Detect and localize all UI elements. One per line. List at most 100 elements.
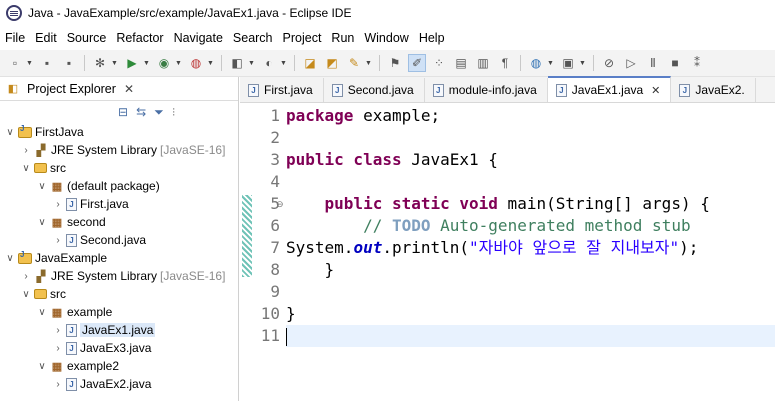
run-icon[interactable]: ▶	[123, 54, 141, 72]
block-selection-icon[interactable]: ⁘	[430, 54, 448, 72]
close-icon[interactable]: ✕	[651, 84, 660, 97]
chevron-down-icon[interactable]: ∨	[36, 217, 48, 228]
skip-breakpoints-icon[interactable]: ⊘	[600, 54, 618, 72]
new-java-project-icon[interactable]: ◧	[228, 54, 246, 72]
menu-navigate[interactable]: Navigate	[169, 31, 228, 45]
tree-item[interactable]: › ▞ JRE System Library [JavaSE-16]	[0, 267, 238, 285]
tree-item[interactable]: ∨ ▦ (default package)	[0, 177, 238, 195]
java-file-icon: J	[66, 323, 77, 337]
editor-tab[interactable]: J Second.java	[323, 78, 425, 102]
chevron-right-icon[interactable]: ›	[52, 199, 64, 210]
tree-item[interactable]: ∨ ▦ second	[0, 213, 238, 231]
code-line: }	[286, 303, 775, 325]
code-editor[interactable]: package example; public class JavaEx1 { p…	[286, 105, 775, 347]
suspend-icon[interactable]: Ⅱ	[644, 54, 662, 72]
menu-edit[interactable]: Edit	[30, 31, 62, 45]
tree-item[interactable]: ∨ ▦ example2	[0, 357, 238, 375]
editor-tab[interactable]: J JavaEx2.	[671, 78, 756, 102]
chevron-down-icon[interactable]: ∨	[20, 163, 32, 174]
coverage-dropdown-icon[interactable]: ▼	[175, 60, 182, 67]
debug-icon[interactable]: ✻	[91, 54, 109, 72]
menu-help[interactable]: Help	[414, 31, 450, 45]
chevron-down-icon[interactable]: ∨	[36, 361, 48, 372]
collapse-all-icon[interactable]: ⊟	[118, 105, 128, 119]
chevron-down-icon[interactable]: ∨	[4, 127, 16, 138]
link-with-editor-icon[interactable]: ⇆	[136, 105, 146, 119]
search-icon[interactable]: ✎	[345, 54, 363, 72]
menu-refactor[interactable]: Refactor	[111, 31, 168, 45]
menu-project[interactable]: Project	[278, 31, 327, 45]
tree-item[interactable]: ∨ ▦ example	[0, 303, 238, 321]
tree-item[interactable]: › J JavaEx3.java	[0, 339, 238, 357]
editor-tab[interactable]: Jmodule-info.java	[424, 78, 548, 102]
chevron-right-icon[interactable]: ›	[52, 379, 64, 390]
chevron-right-icon[interactable]: ›	[52, 235, 64, 246]
filter-icon[interactable]: ⏷	[154, 105, 164, 120]
new-dropdown-icon[interactable]: ▼	[26, 60, 33, 67]
menu-search[interactable]: Search	[228, 31, 278, 45]
new-icon[interactable]: ▫	[6, 54, 24, 72]
terminate-icon[interactable]: ■	[666, 54, 684, 72]
view-menu-icon[interactable]: ⁝	[172, 105, 176, 119]
new-class-icon[interactable]: ◐	[260, 54, 278, 72]
chevron-right-icon[interactable]: ›	[52, 343, 64, 354]
tree-item-label: example	[67, 305, 113, 319]
tree-item-label: JavaExample	[35, 251, 108, 265]
project-explorer-title[interactable]: Project Explorer	[27, 82, 116, 96]
new-java-project-dropdown-icon[interactable]: ▼	[248, 60, 255, 67]
fold-toggle-icon[interactable]: ⊖	[276, 199, 284, 210]
open-task-icon[interactable]: ◩	[323, 54, 341, 72]
chevron-right-icon[interactable]: ›	[20, 145, 32, 156]
show-whitespace-icon[interactable]: ¶	[496, 54, 514, 72]
chevron-right-icon[interactable]: ›	[20, 271, 32, 282]
save-icon[interactable]: ▪	[38, 54, 56, 72]
tree-item[interactable]: › J JavaEx1.java	[0, 321, 238, 339]
java-file-icon: J	[66, 197, 77, 211]
menu-file[interactable]: File	[0, 31, 30, 45]
tree-item[interactable]: ∨ src	[0, 159, 238, 177]
tree-item[interactable]: › ▞ JRE System Library [JavaSE-16]	[0, 141, 238, 159]
mark-occurrences-icon[interactable]: ✐	[408, 54, 426, 72]
chevron-down-icon[interactable]: ∨	[4, 253, 16, 264]
menu-source[interactable]: Source	[62, 31, 112, 45]
editor-area: J First.java J Second.java Jmodule-info.java…	[240, 76, 775, 401]
new-class-dropdown-icon[interactable]: ▼	[280, 60, 287, 67]
chevron-down-icon[interactable]: ∨	[20, 289, 32, 300]
editor-tab[interactable]: J First.java	[240, 78, 324, 102]
package-icon: ▦	[51, 306, 63, 319]
coverage-icon[interactable]: ◉	[155, 54, 173, 72]
toolbar-separator	[379, 55, 380, 71]
tree-item[interactable]: › J First.java	[0, 195, 238, 213]
console-dropdown-icon[interactable]: ▼	[579, 60, 586, 67]
close-icon[interactable]: ✕	[124, 82, 134, 96]
console-icon[interactable]: ▣	[559, 54, 577, 72]
main-toolbar: ▫ ▼ ▪ ▪ ✻ ▼ ▶ ▼ ◉ ▼ ◍ ▼ ◧ ▼ ◐ ▼ ◪ ◩ ✎ ▼ ⚑ ✐ ⁘ ▤ …	[0, 50, 775, 77]
tree-item[interactable]: ∨ JavaExample	[0, 249, 238, 267]
external-tools-dropdown-icon[interactable]: ▼	[207, 60, 214, 67]
chevron-down-icon[interactable]: ∨	[36, 307, 48, 318]
external-tools-icon[interactable]: ◍	[187, 54, 205, 72]
show-source-icon[interactable]: ▥	[474, 54, 492, 72]
tree-item-suffix: [JavaSE-16]	[160, 269, 226, 283]
tree-item[interactable]: › J JavaEx2.java	[0, 375, 238, 393]
globe-dropdown-icon[interactable]: ▼	[547, 60, 554, 67]
debug-dropdown-icon[interactable]: ▼	[111, 60, 118, 67]
globe-icon[interactable]: ◍	[527, 54, 545, 72]
tree-item[interactable]: ∨ FirstJava	[0, 123, 238, 141]
tree-item[interactable]: › J Second.java	[0, 231, 238, 249]
annotation-icon[interactable]: ⚑	[386, 54, 404, 72]
chevron-down-icon[interactable]: ∨	[36, 181, 48, 192]
menu-window[interactable]: Window	[359, 31, 413, 45]
search-dropdown-icon[interactable]: ▼	[365, 60, 372, 67]
resume-icon[interactable]: ▷	[622, 54, 640, 72]
menu-run[interactable]: Run	[326, 31, 359, 45]
word-wrap-icon[interactable]: ▤	[452, 54, 470, 72]
tree-item[interactable]: ∨ src	[0, 285, 238, 303]
toolbar-separator	[520, 55, 521, 71]
open-type-icon[interactable]: ◪	[301, 54, 319, 72]
editor-tab[interactable]: J JavaEx1.java ✕	[547, 76, 672, 102]
disconnect-icon[interactable]: ⁑	[688, 54, 706, 72]
chevron-right-icon[interactable]: ›	[52, 325, 64, 336]
save-all-icon[interactable]: ▪	[60, 54, 78, 72]
run-dropdown-icon[interactable]: ▼	[143, 60, 150, 67]
